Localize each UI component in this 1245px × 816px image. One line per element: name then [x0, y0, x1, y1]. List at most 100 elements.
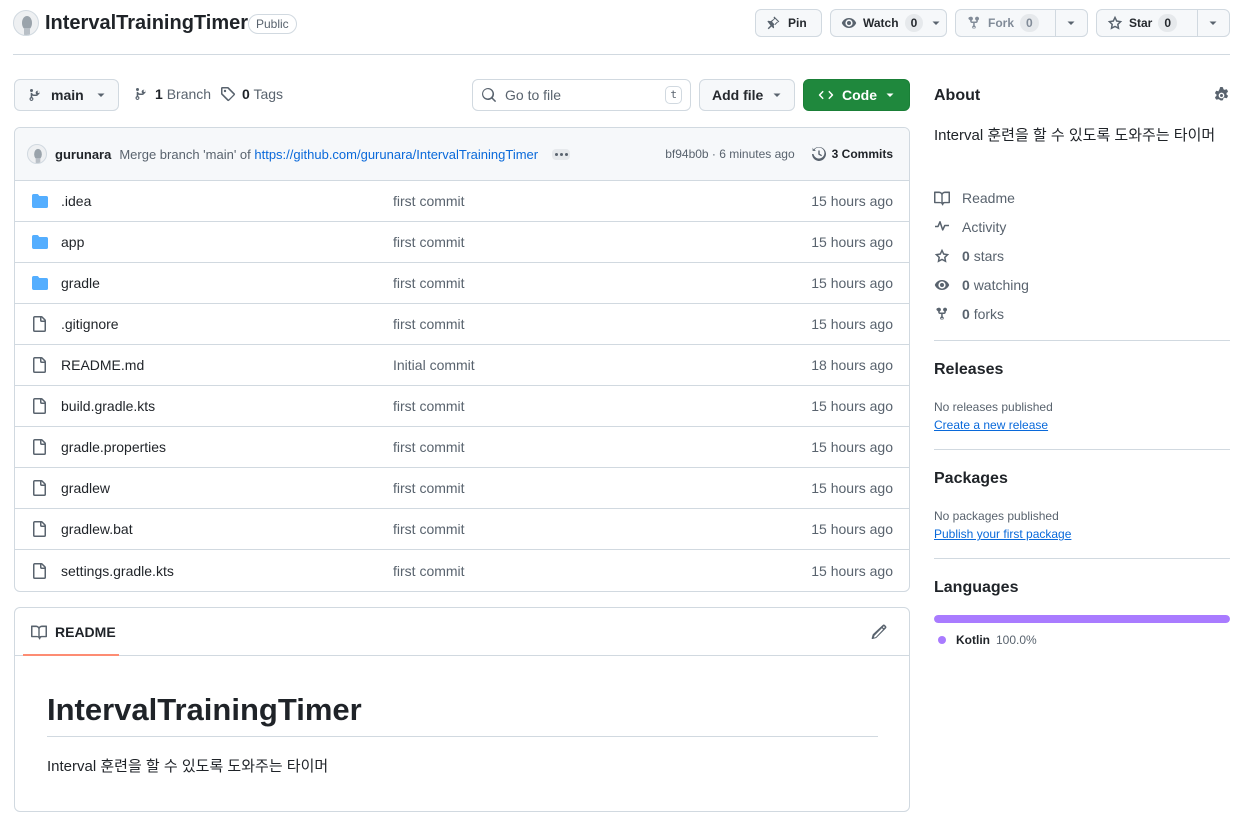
- file-name-link[interactable]: gradlew: [61, 480, 393, 496]
- commit-sha-time[interactable]: bf94b0b · 6 minutes ago: [665, 147, 794, 161]
- file-row[interactable]: gradle.properties first commit 15 hours ag…: [15, 427, 909, 468]
- caret-down-icon: [1067, 21, 1075, 25]
- file-name-link[interactable]: gradlew.bat: [61, 521, 393, 537]
- star-icon: [934, 248, 950, 263]
- sidebar-divider: [934, 340, 1230, 341]
- file-commit-time: 15 hours ago: [811, 234, 893, 250]
- file-row[interactable]: app first commit 15 hours ago: [15, 222, 909, 263]
- pulse-icon: [935, 221, 949, 231]
- language-color-dot: [938, 636, 946, 644]
- file-icon: [33, 480, 46, 496]
- file-commit-time: 15 hours ago: [811, 480, 893, 496]
- commit-message-link[interactable]: https://github.com/gurunara/IntervalTrai…: [254, 147, 538, 162]
- commit-message-text: Merge branch 'main' of: [119, 146, 255, 162]
- file-name-link[interactable]: app: [61, 234, 393, 250]
- about-heading: About: [934, 87, 981, 104]
- language-item-kotlin[interactable]: Kotlin 100.0%: [938, 633, 1037, 647]
- branch-count: 1: [155, 86, 163, 102]
- watching-label: watching: [973, 277, 1029, 293]
- file-commit-message[interactable]: first commit: [393, 398, 465, 414]
- latest-commit-bar: gurunara Merge branch 'main' of https://…: [15, 128, 909, 181]
- file-name-link[interactable]: build.gradle.kts: [61, 398, 393, 414]
- watch-button[interactable]: Watch 0: [830, 9, 947, 37]
- readme-link[interactable]: Readme: [934, 188, 1015, 208]
- eye-icon: [934, 280, 950, 290]
- publish-package-link[interactable]: Publish your first package: [934, 527, 1071, 541]
- folder-icon: [32, 194, 48, 208]
- file-name-link[interactable]: gradle: [61, 275, 393, 291]
- pencil-icon[interactable]: [871, 624, 887, 640]
- gear-icon[interactable]: [1213, 87, 1230, 104]
- code-icon: [818, 90, 834, 100]
- create-release-link[interactable]: Create a new release: [934, 418, 1048, 432]
- forks-label: forks: [973, 306, 1005, 322]
- watch-label: Watch: [863, 16, 899, 30]
- repo-title[interactable]: IntervalTrainingTimer: [45, 12, 248, 35]
- file-commit-time: 15 hours ago: [811, 193, 893, 209]
- file-commit-message[interactable]: first commit: [393, 439, 465, 455]
- file-commit-message[interactable]: first commit: [393, 521, 465, 537]
- commit-author[interactable]: gurunara: [55, 147, 111, 162]
- file-row[interactable]: build.gradle.kts first commit 15 hours ago: [15, 386, 909, 427]
- pin-button[interactable]: Pin: [755, 9, 822, 37]
- folder-icon: [32, 276, 48, 290]
- forks-link[interactable]: 0 forks: [934, 304, 1004, 324]
- fork-button[interactable]: Fork 0: [955, 9, 1088, 37]
- file-icon: [33, 316, 46, 332]
- folder-icon: [32, 235, 48, 249]
- file-name-link[interactable]: README.md: [61, 357, 393, 373]
- file-name-link[interactable]: gradle.properties: [61, 439, 393, 455]
- releases-heading[interactable]: Releases: [934, 361, 1003, 379]
- file-row[interactable]: gradlew first commit 15 hours ago: [15, 468, 909, 509]
- activity-label: Activity: [962, 219, 1007, 235]
- packages-heading[interactable]: Packages: [934, 470, 1008, 488]
- code-button[interactable]: Code: [803, 79, 910, 111]
- fork-dropdown[interactable]: [1056, 10, 1086, 36]
- file-commit-message[interactable]: Initial commit: [393, 357, 475, 373]
- star-icon: [1107, 15, 1123, 30]
- commit-expand-button[interactable]: [552, 148, 571, 160]
- commits-link[interactable]: 3 Commits: [811, 146, 893, 162]
- file-row[interactable]: .idea first commit 15 hours ago: [15, 181, 909, 222]
- readme-title: IntervalTrainingTimer: [47, 692, 878, 737]
- file-row[interactable]: gradlew.bat first commit 15 hours ago: [15, 509, 909, 550]
- file-row[interactable]: gradle first commit 15 hours ago: [15, 263, 909, 304]
- owner-avatar[interactable]: [13, 10, 39, 36]
- file-row[interactable]: .gitignore first commit 15 hours ago: [15, 304, 909, 345]
- file-commit-message[interactable]: first commit: [393, 193, 465, 209]
- file-name-link[interactable]: .gitignore: [61, 316, 393, 332]
- commit-author-avatar[interactable]: [27, 144, 47, 164]
- pin-label: Pin: [788, 16, 807, 30]
- file-commit-message[interactable]: first commit: [393, 316, 465, 332]
- commit-message[interactable]: Merge branch 'main' of https://github.co…: [119, 147, 538, 162]
- file-commit-message[interactable]: first commit: [393, 563, 465, 579]
- stars-link[interactable]: 0 stars: [934, 246, 1004, 266]
- file-row[interactable]: README.md Initial commit 18 hours ago: [15, 345, 909, 386]
- branch-icon: [135, 88, 146, 100]
- file-name-link[interactable]: settings.gradle.kts: [61, 563, 393, 579]
- add-file-button[interactable]: Add file: [699, 79, 795, 111]
- star-button[interactable]: Star 0: [1096, 9, 1230, 37]
- book-icon: [934, 191, 950, 206]
- star-dropdown[interactable]: [1198, 10, 1228, 36]
- tags-link[interactable]: 0 Tags: [220, 86, 283, 102]
- watching-link[interactable]: 0 watching: [934, 275, 1029, 295]
- sidebar-divider: [934, 558, 1230, 559]
- activity-link[interactable]: Activity: [934, 217, 1006, 237]
- branch-count-label: Branch: [166, 86, 212, 102]
- readme-header: README: [15, 608, 909, 656]
- language-percent: 100.0%: [996, 633, 1037, 647]
- readme-tab[interactable]: README: [31, 624, 116, 640]
- file-commit-time: 15 hours ago: [811, 398, 893, 414]
- file-name-link[interactable]: .idea: [61, 193, 393, 209]
- go-to-file-input[interactable]: Go to file t: [472, 79, 691, 111]
- branch-selector[interactable]: main: [14, 79, 119, 111]
- watch-dropdown[interactable]: [929, 10, 949, 36]
- language-name: Kotlin: [956, 633, 990, 647]
- branches-link[interactable]: 1 Branch: [133, 86, 211, 102]
- file-commit-message[interactable]: first commit: [393, 234, 465, 250]
- file-commit-message[interactable]: first commit: [393, 480, 465, 496]
- file-row[interactable]: settings.gradle.kts first commit 15 hours …: [15, 550, 909, 591]
- readme-body: Interval 훈련을 할 수 있도록 도와주는 타이머: [47, 758, 329, 775]
- file-commit-message[interactable]: first commit: [393, 275, 465, 291]
